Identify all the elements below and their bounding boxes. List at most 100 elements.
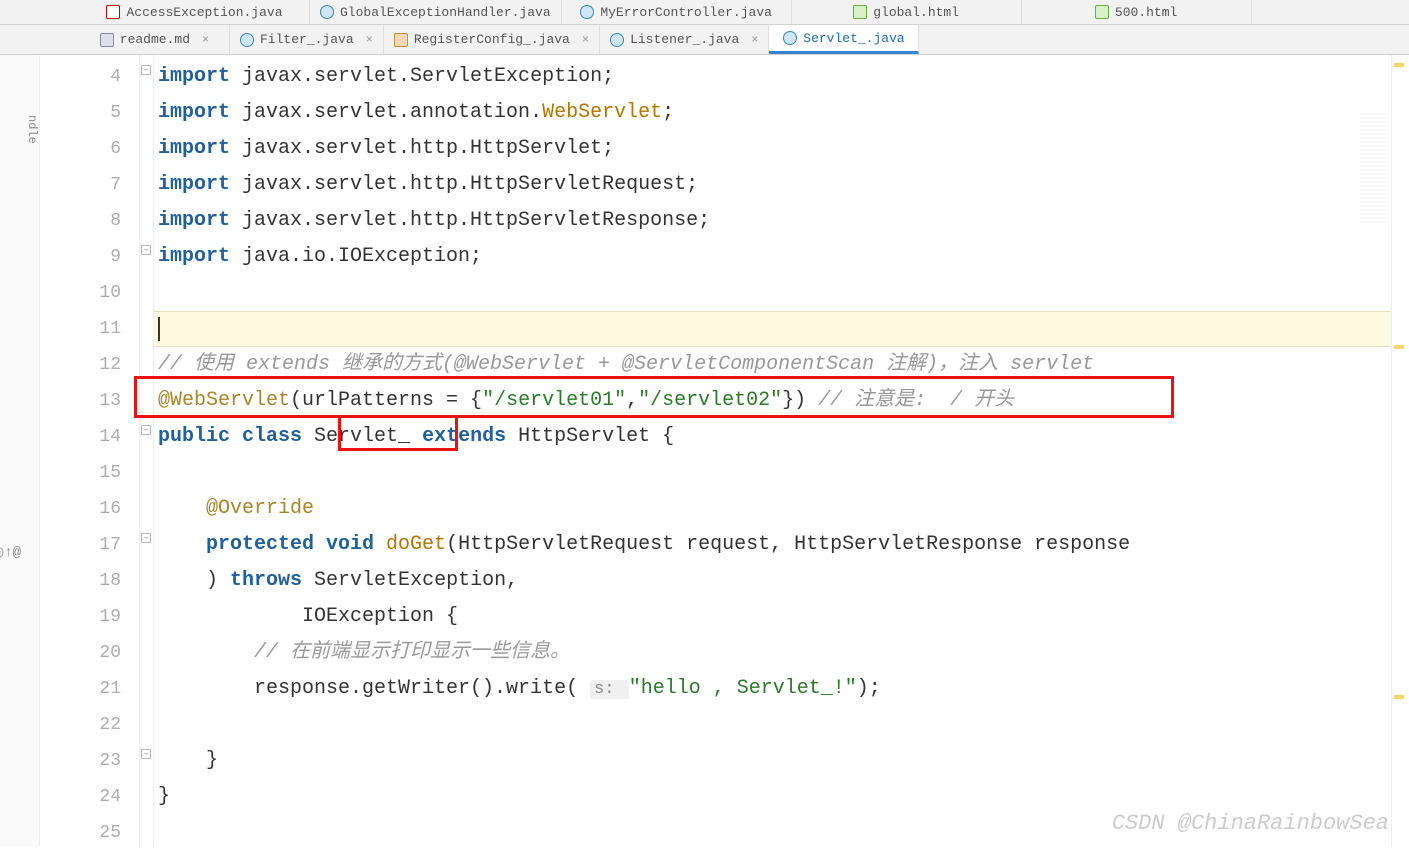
text-caret	[158, 317, 160, 341]
token-kw: import	[158, 101, 242, 124]
code-area[interactable]: import javax.servlet.ServletException;im…	[154, 55, 1391, 846]
code-line[interactable]: // 使用 extends 继承的方式(@WebServlet + @Servl…	[154, 347, 1391, 383]
fold-bar[interactable]: – – – – –	[140, 55, 154, 846]
token-kw: public class	[158, 425, 314, 448]
code-line[interactable]: import javax.servlet.annotation.WebServl…	[154, 95, 1391, 131]
token-ident: }	[158, 785, 170, 808]
line-number[interactable]: 17◎↑@	[40, 527, 121, 563]
line-number[interactable]: 23	[40, 743, 121, 779]
rail-warning-marker[interactable]	[1394, 63, 1404, 67]
line-number[interactable]: 16	[40, 491, 121, 527]
line-number[interactable]: 12	[40, 347, 121, 383]
rail-warning-marker[interactable]	[1394, 345, 1404, 349]
close-icon[interactable]: ×	[366, 33, 373, 47]
line-number[interactable]: 9	[40, 239, 121, 275]
line-number[interactable]: 14	[40, 419, 121, 455]
token-str: "hello , Servlet_!"	[629, 677, 857, 700]
token-orange: WebServlet	[542, 101, 662, 124]
tab-registerconfig--java[interactable]: RegisterConfig_.java×	[384, 25, 600, 54]
code-line[interactable]: response.getWriter().write( s: "hello , …	[154, 671, 1391, 707]
code-line[interactable]: import javax.servlet.ServletException;	[154, 59, 1391, 95]
rail-warning-marker[interactable]	[1394, 695, 1404, 699]
token-ident: javax.servlet.http.HttpServlet;	[242, 137, 614, 160]
code-line[interactable]: import javax.servlet.http.HttpServletReq…	[154, 167, 1391, 203]
line-number[interactable]: 18	[40, 563, 121, 599]
fold-toggle-icon[interactable]: –	[141, 749, 151, 759]
line-number[interactable]: 22	[40, 707, 121, 743]
token-ident: }	[206, 749, 218, 772]
code-line[interactable]: // 在前端显示打印显示一些信息。	[154, 635, 1391, 671]
html-icon	[1095, 5, 1109, 19]
token-cmt: // 注意是: / 开头	[818, 389, 1014, 412]
line-number[interactable]: 24	[40, 779, 121, 815]
tab-accessexception-java[interactable]: AccessException.java	[80, 0, 310, 24]
token-kw: import	[158, 209, 242, 232]
html-icon	[853, 5, 867, 19]
code-line[interactable]: protected void doGet(HttpServletRequest …	[154, 527, 1391, 563]
tab-readme-md[interactable]: readme.md×	[80, 25, 230, 54]
line-number[interactable]: 7	[40, 167, 121, 203]
class-icon	[240, 33, 254, 47]
line-number[interactable]: 15	[40, 455, 121, 491]
line-number[interactable]: 21	[40, 671, 121, 707]
code-line[interactable]	[154, 455, 1391, 491]
token-kw: import	[158, 173, 242, 196]
marker-rail[interactable]	[1391, 55, 1409, 846]
md-icon	[100, 33, 114, 47]
line-number[interactable]: 4	[40, 59, 121, 95]
fold-toggle-icon[interactable]: –	[141, 65, 151, 75]
java-err-icon	[106, 5, 120, 19]
line-number[interactable]: 19	[40, 599, 121, 635]
close-icon[interactable]: ×	[202, 33, 209, 47]
tab-label: Listener_.java	[630, 32, 739, 47]
tab-servlet--java[interactable]: Servlet_.java	[769, 25, 919, 54]
tab-filter--java[interactable]: Filter_.java×	[230, 25, 384, 54]
code-line[interactable]	[154, 707, 1391, 743]
code-line[interactable]: }	[154, 779, 1391, 815]
code-line[interactable]: IOException {	[154, 599, 1391, 635]
close-icon[interactable]: ×	[751, 33, 758, 47]
token-ident: ServletException,	[314, 569, 518, 592]
left-tool-strip: ndle	[0, 55, 40, 846]
fold-toggle-icon[interactable]: –	[141, 245, 151, 255]
left-strip-label: ndle	[25, 115, 39, 144]
token-ident: Servlet_	[314, 425, 422, 448]
token-ident: (urlPatterns = {	[290, 389, 482, 412]
token-hint: s:	[590, 680, 629, 699]
token-ident: response.getWriter().write(	[254, 677, 590, 700]
line-number[interactable]: 6	[40, 131, 121, 167]
line-number-gutter[interactable]: 4567891011121314151617◎↑@181920212223242…	[40, 55, 140, 846]
minimap[interactable]	[1359, 113, 1389, 223]
code-line[interactable]: ) throws ServletException,	[154, 563, 1391, 599]
code-line[interactable]: import javax.servlet.http.HttpServletRes…	[154, 203, 1391, 239]
tab-globalexceptionhandler-java[interactable]: GlobalExceptionHandler.java	[310, 0, 562, 24]
line-number[interactable]: 13	[40, 383, 121, 419]
class-icon	[580, 5, 594, 19]
tab-listener--java[interactable]: Listener_.java ×	[600, 25, 769, 54]
line-number[interactable]: 20	[40, 635, 121, 671]
code-line[interactable]: @Override	[154, 491, 1391, 527]
code-line[interactable]: }	[154, 743, 1391, 779]
token-ident: javax.servlet.http.HttpServletRequest;	[242, 173, 698, 196]
code-line[interactable]: public class Servlet_ extends HttpServle…	[154, 419, 1391, 455]
close-icon[interactable]: ×	[582, 33, 589, 47]
tab-myerrorcontroller-java[interactable]: MyErrorController.java	[562, 0, 792, 24]
code-line[interactable]: import java.io.IOException;	[154, 239, 1391, 275]
fold-toggle-icon[interactable]: –	[141, 533, 151, 543]
gutter-override-icon[interactable]: ◎↑@	[0, 535, 21, 571]
xml-icon	[394, 33, 408, 47]
line-number[interactable]: 11	[40, 311, 121, 347]
line-number[interactable]: 10	[40, 275, 121, 311]
tab-500-html[interactable]: 500.html	[1022, 0, 1252, 24]
line-number[interactable]: 5	[40, 95, 121, 131]
code-line[interactable]	[154, 275, 1391, 311]
line-number[interactable]: 8	[40, 203, 121, 239]
fold-toggle-icon[interactable]: –	[141, 425, 151, 435]
tab-strip-upper: AccessException.javaGlobalExceptionHandl…	[0, 0, 1409, 25]
class-icon	[320, 5, 334, 19]
token-ident: (HttpServletRequest request, HttpServlet…	[446, 533, 1130, 556]
tab-global-html[interactable]: global.html	[792, 0, 1022, 24]
code-line[interactable]: import javax.servlet.http.HttpServlet;	[154, 131, 1391, 167]
code-line[interactable]	[154, 311, 1391, 347]
code-line[interactable]: @WebServlet(urlPatterns = {"/servlet01",…	[154, 383, 1391, 419]
